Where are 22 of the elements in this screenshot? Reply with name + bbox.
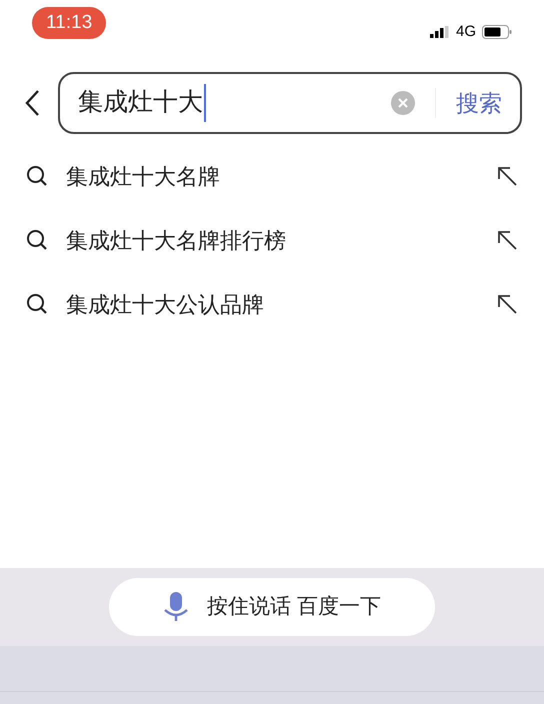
microphone-icon xyxy=(163,592,190,622)
suggestion-item[interactable]: 集成灶十大名牌排行榜 xyxy=(0,208,544,272)
arrow-up-left-icon[interactable] xyxy=(496,165,518,187)
search-icon xyxy=(26,293,48,315)
back-icon[interactable] xyxy=(24,89,40,117)
suggestion-text: 集成灶十大名牌 xyxy=(66,162,221,190)
suggestion-item[interactable]: 集成灶十大名牌 xyxy=(0,144,544,208)
search-value: 集成灶十大 xyxy=(78,84,206,122)
search-field[interactable]: 集成灶十大 搜索 xyxy=(58,72,522,134)
network-label: 4G xyxy=(456,22,476,42)
suggestion-item[interactable]: 集成灶十大公认品牌 xyxy=(0,272,544,336)
search-button[interactable]: 搜索 xyxy=(456,86,502,120)
voice-button[interactable]: 按住说话 百度一下 xyxy=(109,578,435,636)
suggestion-text: 集成灶十大公认品牌 xyxy=(66,290,265,318)
suggestion-text: 集成灶十大名牌排行榜 xyxy=(66,226,287,254)
search-icon xyxy=(26,229,48,251)
arrow-up-left-icon[interactable] xyxy=(496,229,518,251)
signal-icon xyxy=(430,26,450,38)
search-icon xyxy=(26,165,48,187)
arrow-up-left-icon[interactable] xyxy=(496,293,518,315)
battery-icon xyxy=(482,25,512,39)
status-time: 11:13 xyxy=(32,6,106,40)
